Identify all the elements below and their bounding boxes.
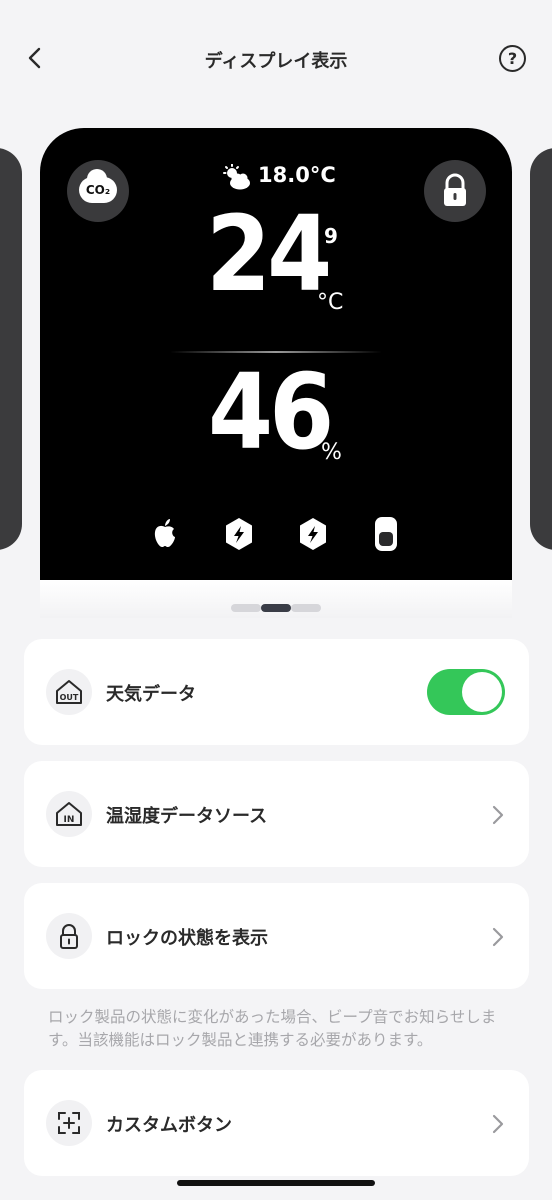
custom-add-icon-shape	[58, 1112, 80, 1134]
house-out-text: OUT	[60, 693, 79, 702]
page-dot[interactable]	[291, 604, 321, 612]
custom-button-row[interactable]: カスタムボタン	[24, 1070, 529, 1176]
co2-label: CO₂	[85, 183, 111, 197]
weather-data-label: 天気データ	[106, 684, 196, 705]
display-preview: CO₂ 18.0°C 24 9 °C 46 %	[40, 128, 512, 580]
page-title: ディスプレイ表示	[204, 51, 348, 72]
lock-status-row[interactable]: ロックの状態を表示	[24, 883, 529, 989]
lock-icon	[46, 913, 92, 959]
lock-icon-shape	[60, 924, 78, 949]
humidity-unit: %	[321, 440, 342, 465]
next-display-card[interactable]	[530, 148, 552, 550]
apple-icon	[154, 519, 175, 547]
temperature-value: 24	[206, 193, 332, 315]
temperature-unit: °C	[317, 290, 344, 315]
house-out-icon-shape: OUT	[56, 680, 82, 704]
help-icon[interactable]: ?	[499, 45, 526, 72]
chevron-right-icon	[492, 805, 504, 825]
prev-display-card[interactable]	[0, 148, 22, 550]
custom-add-icon	[46, 1100, 92, 1146]
data-source-label: 温湿度データソース	[106, 806, 268, 827]
humidity-value: 46	[208, 351, 334, 473]
house-in-icon-shape: IN	[56, 802, 82, 826]
co2-button: CO₂	[67, 160, 129, 222]
chevron-right-icon	[492, 1114, 504, 1134]
data-source-row[interactable]: IN 温湿度データソース	[24, 761, 529, 867]
weather-data-toggle[interactable]	[427, 669, 505, 715]
lock-status-button	[424, 160, 486, 222]
lock-status-note: ロック製品の状態に変化があった場合、ビープ音でお知らせします。当該機能はロック製…	[48, 1008, 497, 1049]
switch-device-icon	[375, 517, 397, 551]
lock-icon	[444, 173, 466, 206]
house-out-icon: OUT	[46, 669, 92, 715]
lock-status-label: ロックの状態を表示	[106, 928, 268, 949]
page-dot[interactable]	[231, 604, 261, 612]
house-in-icon: IN	[46, 791, 92, 837]
weather-readout: 18.0°C	[222, 162, 402, 192]
bolt-hex-icon	[300, 518, 326, 550]
weather-data-row: OUT 天気データ	[24, 639, 529, 745]
home-indicator	[177, 1180, 375, 1186]
chevron-right-icon	[492, 927, 504, 947]
page-dot-active[interactable]	[261, 604, 291, 612]
bolt-hex-icon	[226, 518, 252, 550]
temperature-decimal: 9	[324, 224, 338, 248]
page-indicator	[231, 604, 321, 614]
nav-bar: ディスプレイ表示 ?	[0, 0, 552, 118]
house-in-text: IN	[64, 815, 75, 825]
weather-temperature: 18.0°C	[258, 163, 336, 187]
partly-cloudy-icon	[223, 164, 250, 190]
toggle-knob	[462, 672, 502, 712]
custom-button-label: カスタムボタン	[106, 1115, 232, 1136]
